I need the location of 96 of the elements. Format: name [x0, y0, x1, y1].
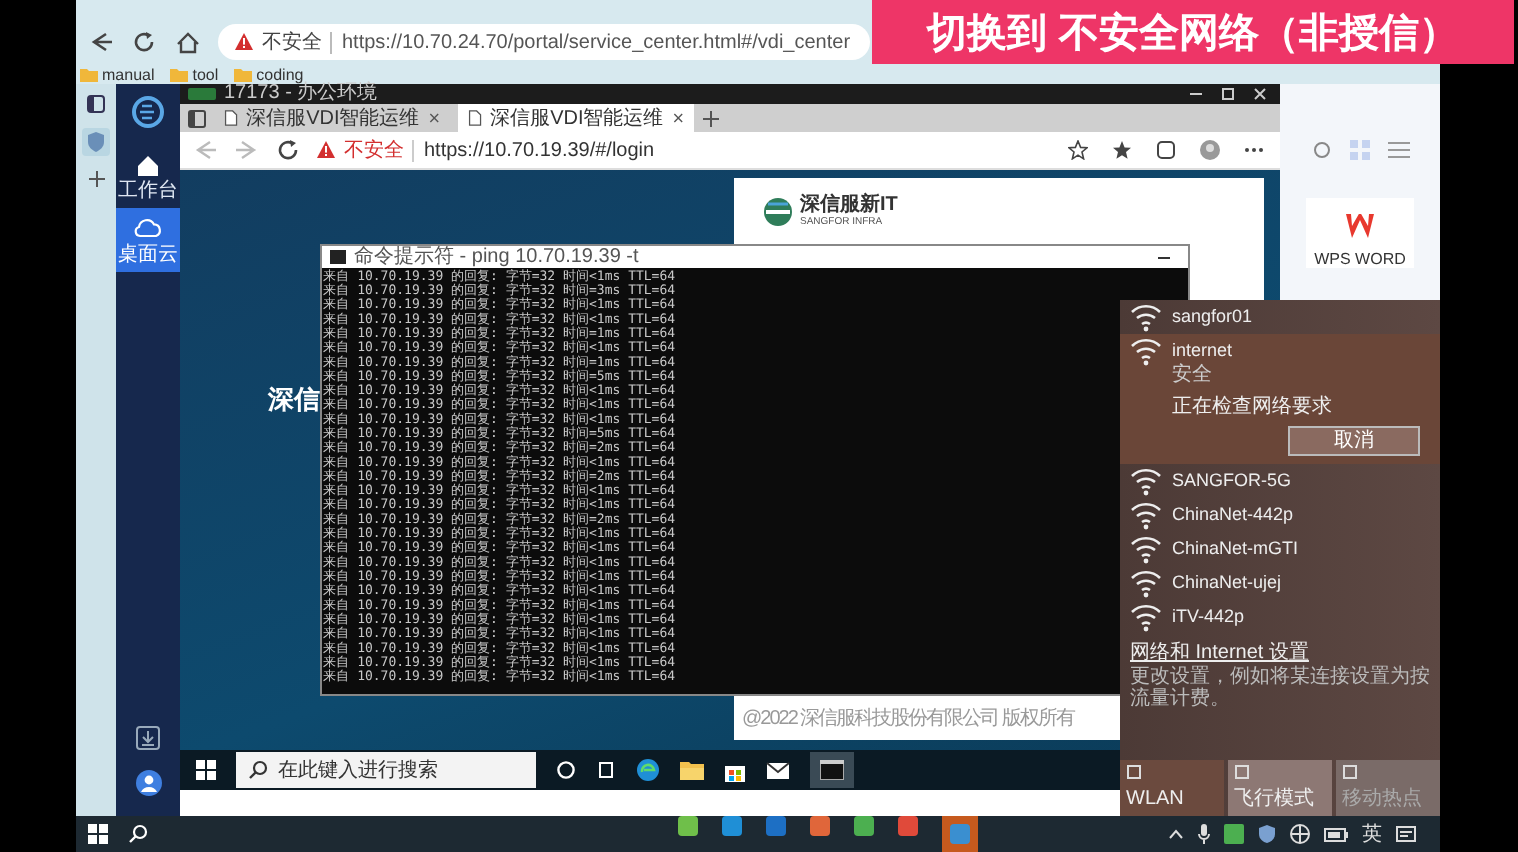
battery-icon[interactable] [1324, 827, 1348, 841]
app-icon[interactable] [678, 816, 698, 836]
terminal-icon [330, 250, 346, 264]
copyright-text: @2022 深信服科技股份有限公司 版权所有 [742, 705, 1077, 732]
download-icon[interactable] [136, 726, 160, 750]
window-title: 命令提示符 - ping 10.70.19.39 -t [354, 246, 639, 268]
caption-banner: 切换到 不安全网络（非授信） [872, 0, 1514, 64]
security-label: 不安全 [262, 29, 322, 56]
input-method-indicator[interactable]: 英 [1362, 820, 1382, 848]
sidebar-item[interactable]: 工作台 [116, 148, 180, 208]
folder-icon [170, 65, 189, 83]
wifi-icon [1130, 534, 1162, 564]
network-item[interactable]: ChinaNet-442p [1120, 498, 1440, 532]
tab-actions-icon[interactable] [188, 109, 206, 127]
search-icon[interactable] [128, 824, 148, 844]
bookmark-link[interactable]: tool [170, 65, 219, 83]
page-icon [224, 108, 239, 128]
reload-icon[interactable] [132, 30, 156, 54]
app-icon[interactable] [898, 816, 918, 836]
back-icon[interactable] [88, 30, 114, 54]
browser-icon[interactable] [636, 758, 660, 782]
page-heading: 深信 [268, 382, 322, 418]
wifi-icon [1130, 302, 1162, 332]
settings-link[interactable]: 网络和 Internet 设置 [1130, 638, 1430, 666]
network-item[interactable]: sangfor01 [1120, 300, 1440, 334]
star-icon[interactable] [1068, 140, 1088, 160]
app-icon[interactable] [854, 816, 874, 836]
page-icon [468, 108, 483, 128]
sidebar-icon[interactable] [86, 94, 106, 114]
cancel-button[interactable]: 取消 [1288, 426, 1420, 456]
chevron-up-icon[interactable] [1168, 828, 1184, 840]
wifi-icon [1130, 500, 1162, 530]
search-field[interactable]: 在此键入进行搜索 [236, 752, 536, 788]
home-icon [136, 154, 160, 178]
warning-icon [234, 32, 254, 52]
address-field[interactable]: 不安全 https://10.70.24.70/portal/service_center.html#/vdi_center [218, 24, 870, 60]
wifi-icon [1130, 602, 1162, 632]
app-shortcut[interactable]: WPS WORD [1306, 198, 1414, 268]
new-tab-icon[interactable] [702, 109, 720, 127]
window-title: 17173 - 办公环境 [224, 84, 378, 104]
terminal-icon[interactable] [810, 752, 854, 788]
folder-icon[interactable] [680, 760, 704, 780]
maximize-icon[interactable] [1220, 86, 1236, 102]
sidebar-item[interactable]: 桌面云 [116, 208, 180, 272]
collections-icon[interactable] [1156, 140, 1176, 160]
tile-icon [1234, 764, 1250, 780]
url-text: https://10.70.24.70/portal/service_center.html#/vdi_center [330, 31, 851, 53]
bookmark-link[interactable]: manual [80, 65, 155, 83]
tile-icon [1342, 764, 1358, 780]
network-item[interactable]: ChinaNet-ujej [1120, 566, 1440, 600]
browser-tab[interactable]: 深信服VDI智能运维 [458, 104, 694, 132]
more-icon[interactable] [1244, 146, 1264, 154]
refresh-icon[interactable] [1311, 140, 1331, 160]
list-view-icon[interactable] [1387, 140, 1409, 160]
microphone-icon[interactable] [1198, 824, 1210, 844]
network-item[interactable]: iTV-442p [1120, 600, 1440, 634]
cloud-icon [132, 214, 164, 242]
wps-icon [1346, 214, 1374, 238]
network-item[interactable]: SANGFOR-5G [1120, 464, 1440, 498]
app-icon[interactable] [810, 816, 830, 836]
security-label: 不安全 [344, 137, 404, 164]
warning-icon [316, 140, 336, 160]
bookmark-link[interactable]: coding [234, 65, 304, 83]
wifi-icon [1130, 568, 1162, 598]
shield-icon[interactable] [1258, 824, 1276, 844]
circle-icon[interactable] [556, 760, 576, 780]
quick-action-tile: 移动热点 [1336, 760, 1440, 816]
network-item[interactable]: ChinaNet-mGTI [1120, 532, 1440, 566]
avatar-icon[interactable] [135, 770, 161, 796]
wifi-icon [1130, 336, 1162, 366]
globe-icon[interactable] [1290, 824, 1310, 844]
browser-tab[interactable]: 深信服VDI智能运维 [214, 104, 450, 132]
url-text: https://10.70.19.39/#/login [412, 139, 655, 161]
close-icon[interactable] [671, 110, 684, 126]
start-icon[interactable] [88, 824, 108, 844]
home-icon[interactable] [174, 30, 200, 54]
wifi-icon [1130, 466, 1162, 496]
task-view-icon[interactable] [596, 760, 616, 780]
favorites-icon[interactable] [1112, 140, 1132, 160]
notification-icon[interactable] [1396, 825, 1416, 843]
brand-name: 深信服新IT [800, 194, 898, 216]
settings-description: 更改设置，例如将某连接设置为按流量计费。 [1130, 666, 1430, 710]
app-icon[interactable] [722, 816, 742, 836]
start-icon[interactable] [196, 760, 216, 780]
network-item[interactable]: internet 安全 正在检查网络要求 取消 [1120, 334, 1440, 464]
quick-action-tile[interactable]: WLAN [1120, 760, 1224, 816]
close-icon[interactable] [427, 110, 440, 126]
quick-action-tile[interactable]: 飞行模式 [1228, 760, 1332, 816]
logo-icon [132, 96, 164, 128]
search-icon [248, 760, 268, 780]
mail-icon[interactable] [766, 761, 790, 779]
reload-icon[interactable] [276, 138, 300, 162]
brand-logo-icon [762, 195, 794, 227]
tile-icon [1126, 764, 1142, 780]
plus-icon[interactable] [87, 170, 105, 188]
profile-icon[interactable] [1200, 140, 1220, 160]
